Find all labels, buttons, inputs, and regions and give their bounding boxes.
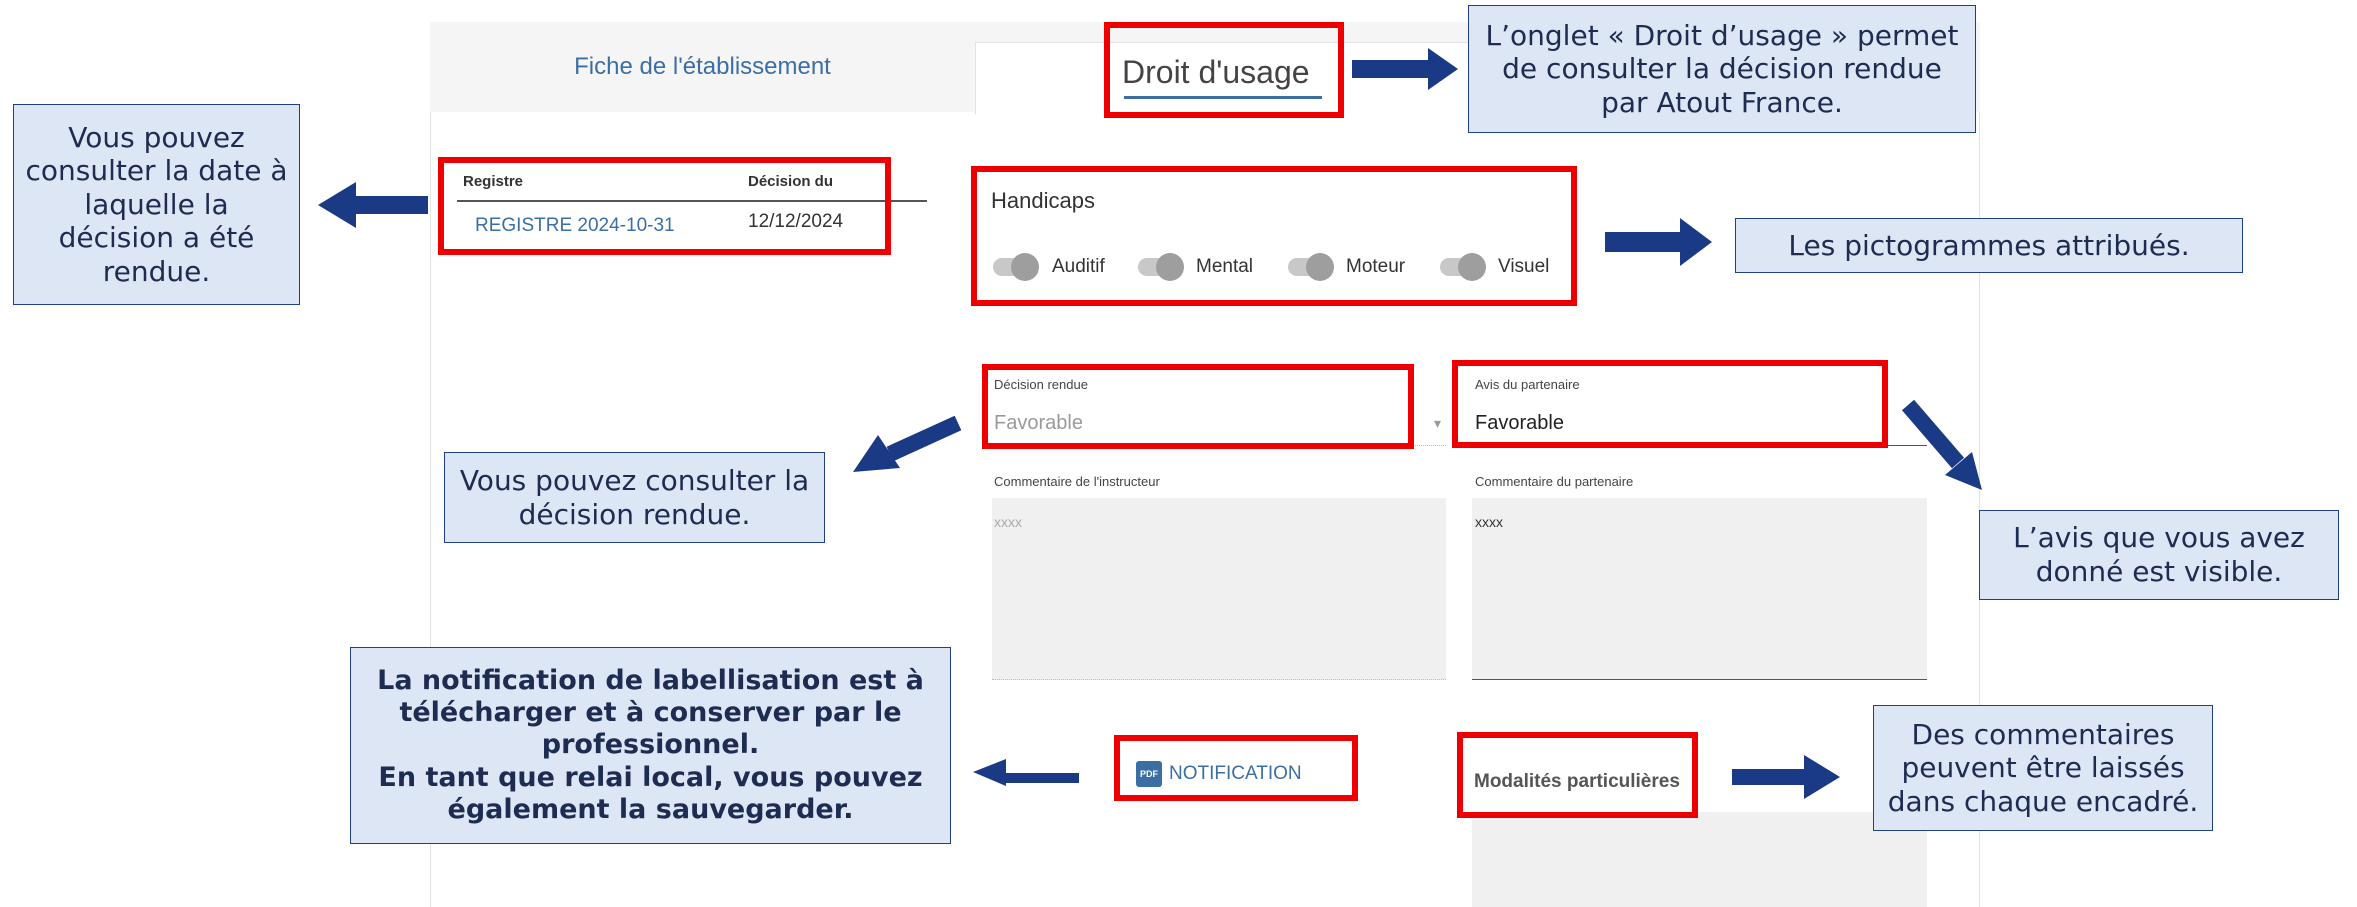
note-avis: L’avis que vous avez donné est visible. (1979, 510, 2339, 600)
note-notification-line2: En tant que relai local, vous pouvez éga… (378, 761, 923, 826)
arrow-right-tab (1352, 48, 1458, 90)
note-pictos: Les pictogrammes attribués. (1735, 218, 2243, 273)
arrow-left-date (318, 182, 428, 228)
note-onglet: L’onglet « Droit d’usage » permet de con… (1468, 5, 1976, 133)
note-decision: Vous pouvez consulter la décision rendue… (444, 452, 825, 543)
arrow-shaft-avis (1901, 399, 1965, 469)
arrow-right-pictos (1605, 218, 1712, 266)
note-date: Vous pouvez consulter la date à laquelle… (13, 104, 300, 305)
note-commentaires: Des commentaires peuvent être laissés da… (1873, 705, 2213, 831)
note-notification: La notification de labellisation est à t… (350, 647, 951, 844)
arrow-shaft-decision (886, 415, 962, 462)
arrow-left-notification (973, 759, 1079, 786)
note-notification-line1: La notification de labellisation est à t… (377, 664, 924, 761)
arrow-right-modalites (1732, 755, 1840, 799)
